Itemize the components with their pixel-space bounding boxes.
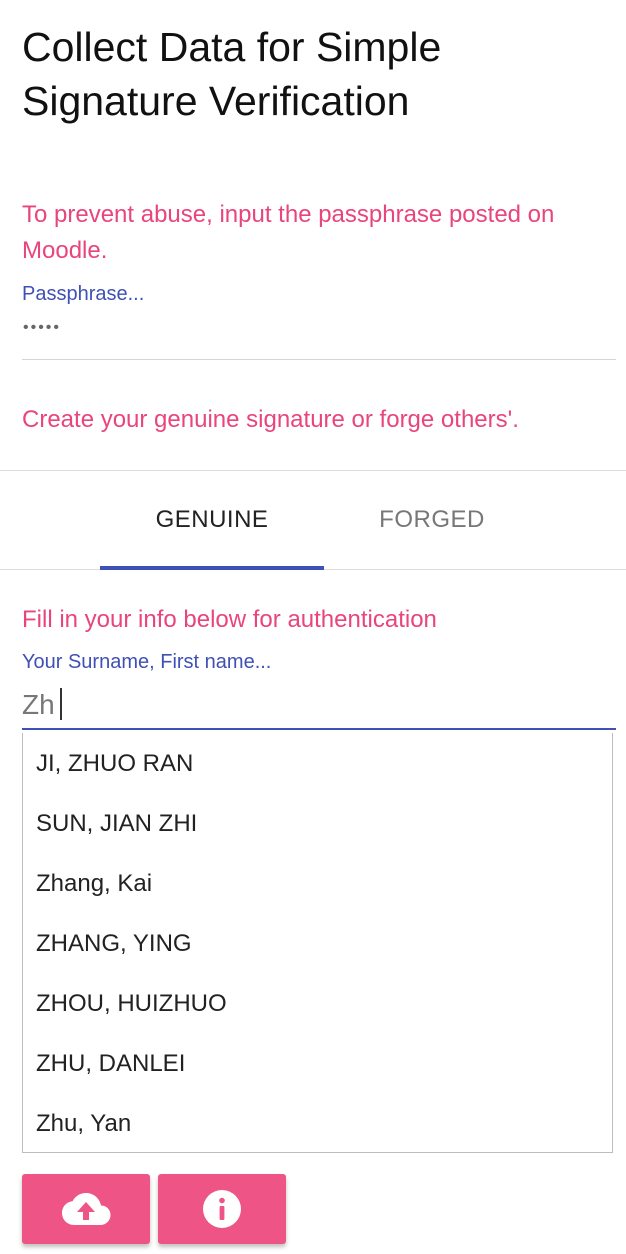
tab-genuine[interactable]: GENUINE [100, 471, 324, 569]
suggestion-item[interactable]: Zhang, Kai [23, 853, 612, 913]
abuse-warning: To prevent abuse, input the passphrase p… [22, 201, 555, 264]
page-title: Collect Data for Simple Signature Verifi… [22, 24, 442, 124]
auth-instruction: Fill in your info below for authenticati… [22, 606, 437, 633]
suggestion-item[interactable]: ZHANG, YING [23, 913, 612, 973]
tab-forged[interactable]: FORGED [320, 471, 544, 569]
suggestion-item[interactable]: Zhu, Yan [23, 1093, 612, 1153]
create-instruction: Create your genuine signature or forge o… [22, 406, 519, 433]
suggestion-item[interactable]: ZHU, DANLEI [23, 1033, 612, 1093]
text-caret [60, 688, 62, 720]
suggestion-item[interactable]: JI, ZHUO RAN [23, 733, 612, 793]
cloud-upload-icon [62, 1193, 111, 1225]
name-suggestion-list: JI, ZHUO RAN SUN, JIAN ZHI Zhang, Kai ZH… [22, 733, 613, 1153]
page: Collect Data for Simple Signature Verifi… [0, 0, 626, 1254]
active-tab-indicator [100, 566, 324, 570]
signature-type-tabs: GENUINE FORGED [0, 470, 626, 570]
info-icon [203, 1190, 241, 1228]
passphrase-underline [22, 359, 616, 360]
upload-button[interactable] [22, 1174, 150, 1244]
suggestion-item[interactable]: ZHOU, HUIZHUO [23, 973, 612, 1033]
name-label: Your Surname, First name... [22, 651, 272, 673]
suggestion-item[interactable]: SUN, JIAN ZHI [23, 793, 612, 853]
name-input[interactable] [22, 682, 616, 730]
passphrase-label: Passphrase... [22, 283, 145, 305]
passphrase-field[interactable]: ••••• [23, 319, 61, 337]
info-button[interactable] [158, 1174, 286, 1244]
